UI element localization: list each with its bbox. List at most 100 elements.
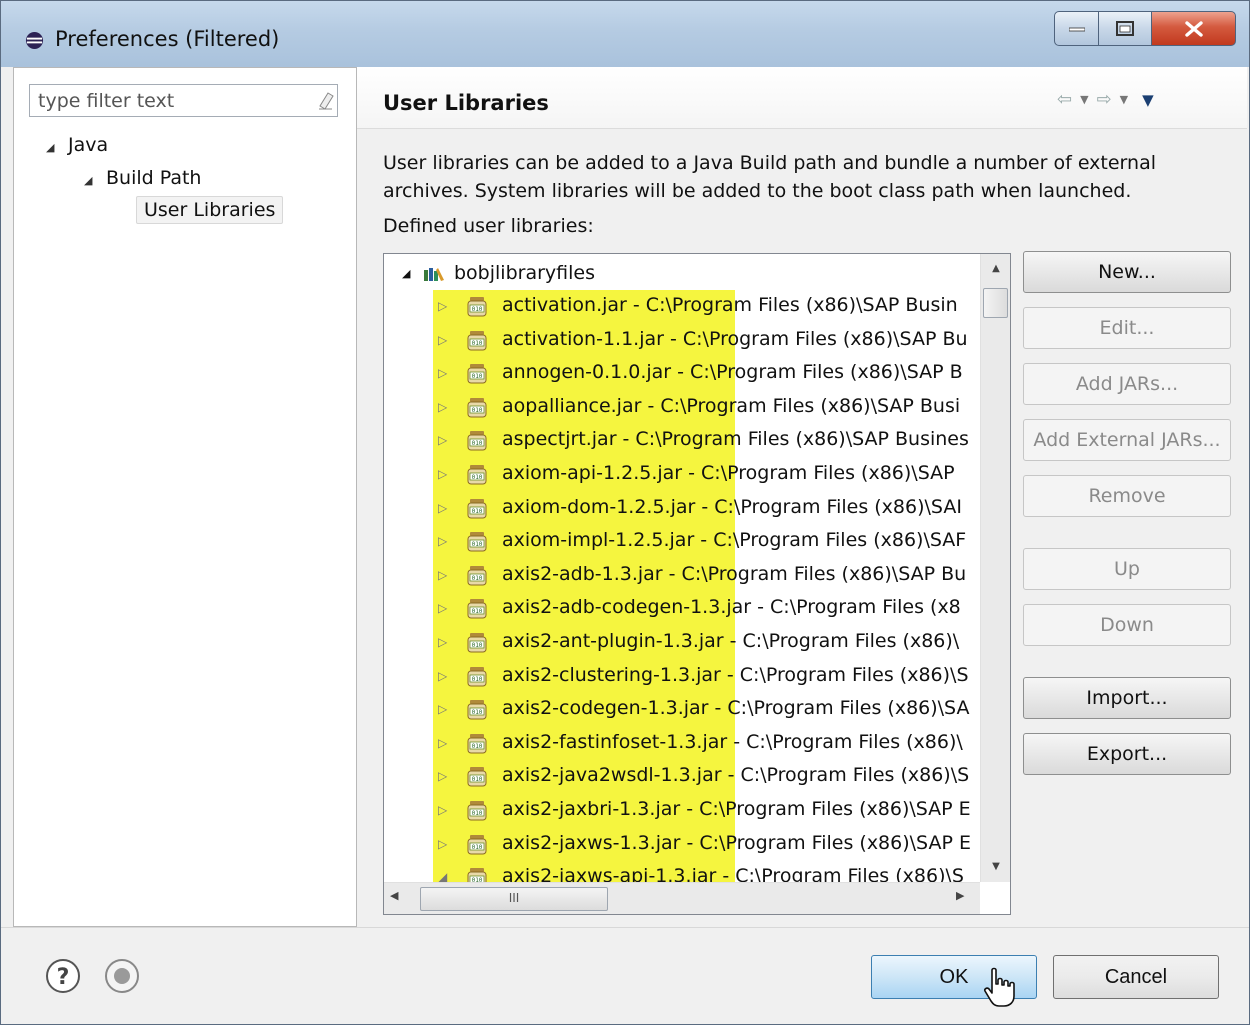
jar-row[interactable]: ▷ 010 axis2-jaxws-1.3.jar - C:\Program Fil… xyxy=(384,827,980,862)
svg-text:010: 010 xyxy=(472,709,483,716)
edit-button[interactable]: Edit... xyxy=(1023,307,1231,349)
jar-label: aspectjrt.jar - C:\Program Files (x86)\S… xyxy=(502,428,969,451)
minimize-button[interactable] xyxy=(1054,11,1099,46)
expand-toggle-icon[interactable]: ▷ xyxy=(438,837,447,851)
jar-row[interactable]: ▷ 010 axis2-java2wsdl-1.3.jar - C:\Program… xyxy=(384,760,980,794)
jar-row[interactable]: ▷ 010 axiom-impl-1.2.5.jar - C:\Program Fi… xyxy=(384,525,980,559)
jar-icon: 010 xyxy=(467,364,487,384)
expand-toggle-icon[interactable]: ▷ xyxy=(438,568,447,582)
maximize-button[interactable] xyxy=(1098,11,1152,46)
forward-dropdown-icon[interactable]: ▼ xyxy=(1120,93,1128,106)
jar-icon: 010 xyxy=(467,700,487,720)
back-dropdown-icon[interactable]: ▼ xyxy=(1080,93,1088,106)
vertical-scroll-thumb[interactable] xyxy=(983,288,1008,318)
scroll-down-icon[interactable]: ▼ xyxy=(981,852,1010,882)
jar-row[interactable]: ▷ 010 axis2-adb-codegen-1.3.jar - C:\Progr… xyxy=(384,592,980,626)
jar-list: ▷ 010 activation.jar - C:\Program Files (x… xyxy=(384,290,980,886)
view-menu-icon[interactable]: ▼ xyxy=(1142,91,1154,109)
horizontal-scroll-thumb[interactable]: III xyxy=(420,887,608,911)
filter-input[interactable] xyxy=(30,85,300,116)
nav-tree-item-build-path[interactable]: ◢ Build Path xyxy=(84,167,201,189)
expand-toggle-icon[interactable]: ▷ xyxy=(438,501,447,515)
cancel-button[interactable]: Cancel xyxy=(1053,955,1219,999)
jar-label: axis2-adb-1.3.jar - C:\Program Files (x8… xyxy=(502,562,967,585)
footer-divider xyxy=(1,927,1249,928)
scroll-right-icon[interactable]: ▶ xyxy=(956,889,964,902)
collapse-toggle-icon[interactable]: ◢ xyxy=(402,267,424,280)
title-bar[interactable]: Preferences (Filtered) xyxy=(1,1,1249,67)
add-external-jars-button[interactable]: Add External JARs... xyxy=(1023,419,1231,461)
jar-row[interactable]: ▷ 010 axiom-api-1.2.5.jar - C:\Program Fil… xyxy=(384,458,980,492)
new-button[interactable]: New... xyxy=(1023,251,1231,293)
svg-text:?: ? xyxy=(57,965,70,990)
svg-text:010: 010 xyxy=(472,642,483,649)
expand-toggle-icon[interactable]: ◢ xyxy=(46,141,68,154)
svg-text:010: 010 xyxy=(472,575,483,582)
remove-button[interactable]: Remove xyxy=(1023,475,1231,517)
expand-toggle-icon[interactable]: ▷ xyxy=(438,769,447,783)
hand-cursor-icon xyxy=(984,967,1015,1007)
jar-row[interactable]: ▷ 010 axis2-adb-1.3.jar - C:\Program Files… xyxy=(384,558,980,593)
expand-toggle-icon[interactable]: ◢ xyxy=(84,174,106,187)
export-button[interactable]: Export... xyxy=(1023,733,1231,775)
svg-text:010: 010 xyxy=(472,373,483,380)
expand-toggle-icon[interactable]: ▷ xyxy=(438,669,447,683)
jar-label: axis2-jaxws-1.3.jar - C:\Program Files (… xyxy=(502,831,971,854)
preference-page: User Libraries ⇦ ▼ ⇨ ▼ ▼ User libraries … xyxy=(357,67,1247,927)
close-button[interactable] xyxy=(1151,11,1236,46)
expand-toggle-icon[interactable]: ▷ xyxy=(438,803,447,817)
library-node[interactable]: ◢ bobjlibraryfiles xyxy=(402,258,595,288)
jar-icon: 010 xyxy=(467,532,487,552)
jar-row[interactable]: ▷ 010 axis2-fastinfoset-1.3.jar - C:\Progr… xyxy=(384,726,980,761)
user-libraries-tree[interactable]: ◢ bobjlibraryfiles ▷ 010 activation.jar - … xyxy=(383,253,1011,915)
svg-text:010: 010 xyxy=(472,340,483,347)
import-button[interactable]: Import... xyxy=(1023,677,1231,719)
scroll-left-icon[interactable]: ◀ xyxy=(390,889,398,902)
forward-arrow-icon[interactable]: ⇨ xyxy=(1097,89,1112,110)
svg-text:010: 010 xyxy=(472,810,483,817)
jar-row[interactable]: ▷ 010 axis2-ant-plugin-1.3.jar - C:\Progra… xyxy=(384,626,980,660)
jar-row[interactable]: ▷ 010 activation.jar - C:\Program Files (x… xyxy=(384,290,980,324)
expand-toggle-icon[interactable]: ▷ xyxy=(438,333,447,347)
jar-icon: 010 xyxy=(467,834,487,855)
nav-tree-item-user-libraries[interactable]: User Libraries xyxy=(136,196,284,224)
nav-tree-item-java[interactable]: ◢ Java xyxy=(46,134,108,156)
expand-toggle-icon[interactable]: ▷ xyxy=(438,433,447,447)
svg-text:010: 010 xyxy=(472,508,483,515)
nav-tree-label: Build Path xyxy=(106,167,202,189)
expand-toggle-icon[interactable]: ▷ xyxy=(438,601,447,615)
help-icon[interactable]: ? xyxy=(45,958,81,994)
jar-row[interactable]: ▷ 010 annogen-0.1.0.jar - C:\Program Files… xyxy=(384,357,980,391)
expand-toggle-icon[interactable]: ▷ xyxy=(438,400,447,414)
svg-text:010: 010 xyxy=(472,474,483,481)
jar-icon: 010 xyxy=(467,633,487,653)
jar-row[interactable]: ▷ 010 aopalliance.jar - C:\Program Files (… xyxy=(384,390,980,425)
jar-row[interactable]: ▷ 010 axiom-dom-1.2.5.jar - C:\Program Fil… xyxy=(384,491,980,526)
back-arrow-icon[interactable]: ⇦ xyxy=(1057,89,1072,110)
expand-toggle-icon[interactable]: ▷ xyxy=(438,299,447,313)
expand-toggle-icon[interactable]: ▷ xyxy=(438,635,447,649)
add-jars-button[interactable]: Add JARs... xyxy=(1023,363,1231,405)
expand-toggle-icon[interactable]: ▷ xyxy=(438,534,447,548)
horizontal-scrollbar[interactable]: ◀ III ▶ xyxy=(384,882,980,914)
jar-icon: 010 xyxy=(467,801,487,821)
jar-row[interactable]: ▷ 010 axis2-clustering-1.3.jar - C:\Progra… xyxy=(384,659,980,694)
down-button[interactable]: Down xyxy=(1023,604,1231,646)
jar-label: axiom-dom-1.2.5.jar - C:\Program Files (… xyxy=(502,495,962,518)
expand-toggle-icon[interactable]: ▷ xyxy=(438,467,447,481)
jar-icon: 010 xyxy=(467,565,487,586)
jar-row[interactable]: ▷ 010 axis2-jaxbri-1.3.jar - C:\Program Fi… xyxy=(384,794,980,828)
jar-row[interactable]: ▷ 010 axis2-codegen-1.3.jar - C:\Program F… xyxy=(384,693,980,727)
expand-toggle-icon[interactable]: ▷ xyxy=(438,366,447,380)
vertical-scrollbar[interactable]: ▲ ▼ xyxy=(980,254,1010,882)
record-macro-icon[interactable] xyxy=(104,958,140,994)
filter-field[interactable] xyxy=(29,84,338,117)
scroll-up-icon[interactable]: ▲ xyxy=(981,254,1010,284)
jar-row[interactable]: ▷ 010 activation-1.1.jar - C:\Program File… xyxy=(384,323,980,358)
up-button[interactable]: Up xyxy=(1023,548,1231,590)
expand-toggle-icon[interactable]: ▷ xyxy=(438,736,447,750)
clear-filter-icon[interactable] xyxy=(318,92,334,110)
expand-toggle-icon[interactable]: ▷ xyxy=(438,702,447,716)
defined-libraries-label: Defined user libraries: xyxy=(383,215,594,237)
jar-row[interactable]: ▷ 010 aspectjrt.jar - C:\Program Files (x8… xyxy=(384,424,980,458)
